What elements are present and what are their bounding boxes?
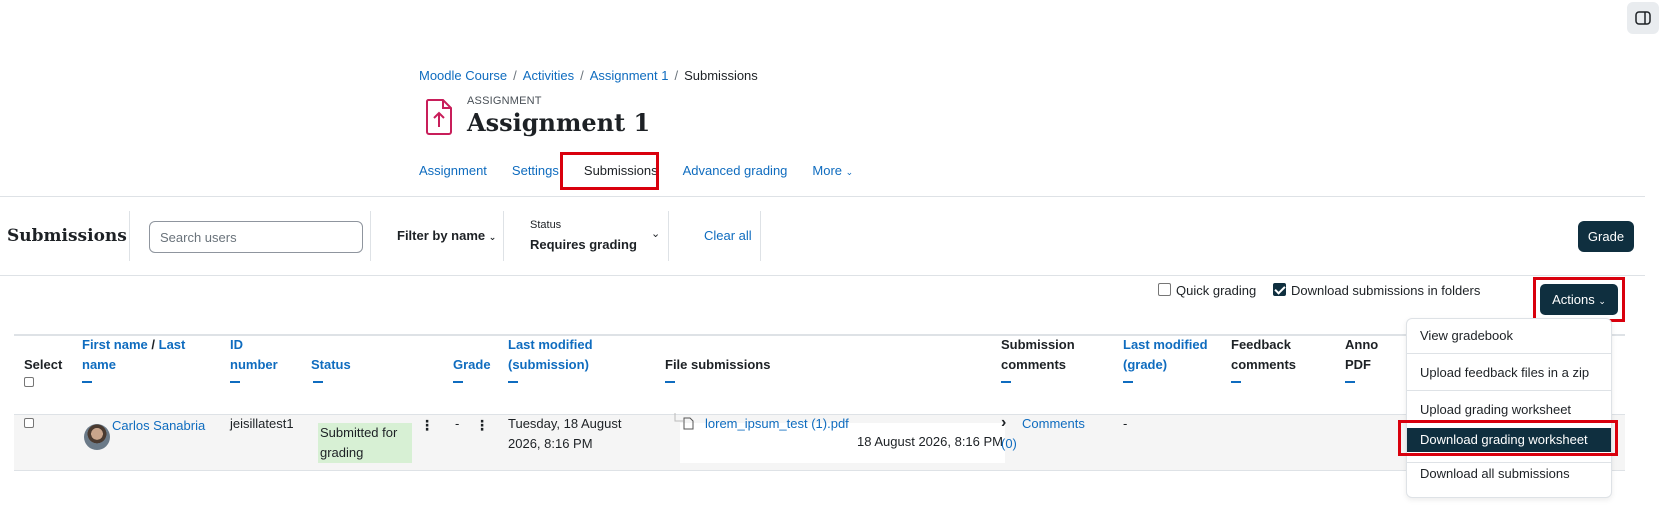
page-title: Assignment 1 — [467, 108, 651, 137]
sort-id-number-link[interactable]: ID number — [230, 337, 278, 372]
grade-menu-icon[interactable]: ⋮ — [475, 418, 489, 432]
collapse-column-icon[interactable] — [1123, 381, 1133, 383]
status-menu-icon[interactable]: ⋮ — [420, 418, 434, 432]
menu-item-view-gradebook[interactable]: View gradebook — [1420, 328, 1513, 343]
collapse-column-icon[interactable] — [1001, 381, 1011, 383]
column-header-annotate-pdf: Anno PDF — [1345, 337, 1379, 372]
row-select-checkbox[interactable] — [24, 418, 34, 428]
file-date-cell: 18 August 2026, 8:16 PM — [857, 434, 1003, 449]
sort-last-modified-submission-link[interactable]: Last modified (submission) — [508, 337, 593, 372]
sort-last-modified-grade-link[interactable]: Last modified (grade) — [1123, 337, 1208, 372]
sort-first-name-link[interactable]: First name — [82, 337, 148, 352]
avatar[interactable] — [84, 424, 110, 450]
column-header-file-submissions: File submissions — [665, 357, 771, 372]
divider — [503, 211, 504, 261]
divider — [370, 211, 371, 261]
divider — [1407, 390, 1611, 391]
chevron-down-icon: ⌄ — [651, 228, 661, 240]
last-modified-grade-cell: - — [1123, 416, 1128, 431]
divider — [1407, 462, 1611, 463]
divider — [668, 211, 669, 261]
tab-advanced-grading[interactable]: Advanced grading — [683, 163, 788, 178]
collapse-column-icon[interactable] — [665, 381, 675, 383]
name-separator: / — [151, 337, 155, 352]
submissions-heading: Submissions — [7, 226, 127, 246]
column-header-last-modified-submission: Last modified (submission) — [508, 335, 608, 375]
quick-grading-checkbox[interactable] — [1158, 283, 1171, 296]
chevron-down-icon: ⌄ — [488, 232, 497, 242]
drawer-toggle-button[interactable] — [1627, 2, 1659, 34]
breadcrumb-course[interactable]: Moodle Course — [419, 68, 507, 83]
divider — [129, 211, 130, 261]
status-filter-label: Status — [530, 219, 562, 231]
last-modified-cell: Tuesday, 18 August 2026, 8:16 PM — [508, 416, 622, 451]
menu-item-download-all-submissions[interactable]: Download all submissions — [1420, 466, 1570, 481]
clear-all-link[interactable]: Clear all — [704, 228, 752, 243]
column-header-select: Select — [24, 357, 63, 372]
divider — [0, 196, 1645, 197]
breadcrumb-assignment[interactable]: Assignment 1 — [590, 68, 669, 83]
select-all-checkbox[interactable] — [24, 377, 34, 387]
divider — [0, 275, 1645, 276]
quick-grading-label: Quick grading — [1176, 283, 1257, 298]
status-badge: Submitted for grading — [318, 423, 412, 463]
column-header-name: First name / Last name — [82, 335, 192, 375]
collapse-column-icon[interactable] — [508, 381, 518, 383]
tab-more[interactable]: More ⌄ — [812, 163, 853, 178]
grade-button[interactable]: Grade — [1578, 221, 1634, 252]
grade-cell: - — [455, 416, 460, 431]
sort-status-link[interactable]: Status — [311, 357, 351, 372]
download-in-folders-label: Download submissions in folders — [1291, 283, 1481, 298]
divider — [1407, 353, 1611, 354]
tab-assignment[interactable]: Assignment — [419, 163, 487, 178]
collapse-column-icon[interactable] — [1345, 381, 1355, 383]
assignment-upload-icon — [425, 99, 452, 135]
breadcrumb: Moodle Course / Activities / Assignment … — [419, 68, 758, 83]
breadcrumb-separator: / — [580, 68, 584, 83]
collapse-column-icon[interactable] — [82, 381, 92, 383]
menu-item-upload-feedback-zip[interactable]: Upload feedback files in a zip — [1420, 365, 1589, 380]
column-header-id-number: ID number — [230, 335, 285, 375]
collapse-column-icon[interactable] — [1231, 381, 1241, 383]
actions-dropdown-menu: View gradebook Upload feedback files in … — [1406, 318, 1612, 498]
file-download-link[interactable]: lorem_ipsum_test (1).pdf — [705, 414, 849, 434]
highlight-download-grading-worksheet — [1398, 420, 1618, 456]
filter-by-name-dropdown[interactable]: Filter by name ⌄ — [397, 228, 496, 243]
collapse-column-icon[interactable] — [453, 381, 463, 383]
highlight-submissions-tab — [560, 152, 659, 190]
table-header-divider — [14, 334, 1625, 336]
column-header-grade: Grade — [453, 355, 491, 375]
divider — [760, 211, 761, 261]
pdf-file-icon — [683, 417, 694, 430]
menu-item-upload-grading-worksheet[interactable]: Upload grading worksheet — [1420, 402, 1571, 417]
collapse-column-icon[interactable] — [313, 381, 323, 383]
highlight-actions-button — [1533, 277, 1625, 322]
breadcrumb-activities[interactable]: Activities — [523, 68, 574, 83]
download-in-folders-checkbox[interactable] — [1273, 283, 1286, 296]
search-users-input[interactable] — [149, 221, 363, 253]
student-name-link[interactable]: Carlos Sanabria — [112, 416, 205, 436]
column-header-last-modified-grade: Last modified (grade) — [1123, 335, 1218, 375]
column-header-submission-comments: Submission comments — [1001, 337, 1075, 372]
sort-grade-link[interactable]: Grade — [453, 357, 491, 372]
activity-type-label: ASSIGNMENT — [467, 95, 542, 107]
breadcrumb-current: Submissions — [684, 68, 758, 83]
id-number-cell: jeisillatest1 — [230, 416, 294, 431]
sidebar-panel-icon — [1635, 11, 1651, 25]
filter-by-name-label: Filter by name — [397, 228, 486, 243]
breadcrumb-separator: / — [674, 68, 679, 83]
chevron-down-icon: ⌄ — [845, 167, 854, 177]
status-filter-value: Requires grading — [530, 237, 637, 252]
tab-more-label: More — [812, 163, 843, 178]
collapse-column-icon[interactable] — [230, 381, 240, 383]
breadcrumb-separator: / — [513, 68, 517, 83]
tab-settings[interactable]: Settings — [512, 163, 559, 178]
comments-link[interactable]: Comments (0) — [1001, 414, 1101, 454]
column-header-feedback-comments: Feedback comments — [1231, 337, 1297, 372]
column-header-status: Status — [311, 355, 351, 375]
